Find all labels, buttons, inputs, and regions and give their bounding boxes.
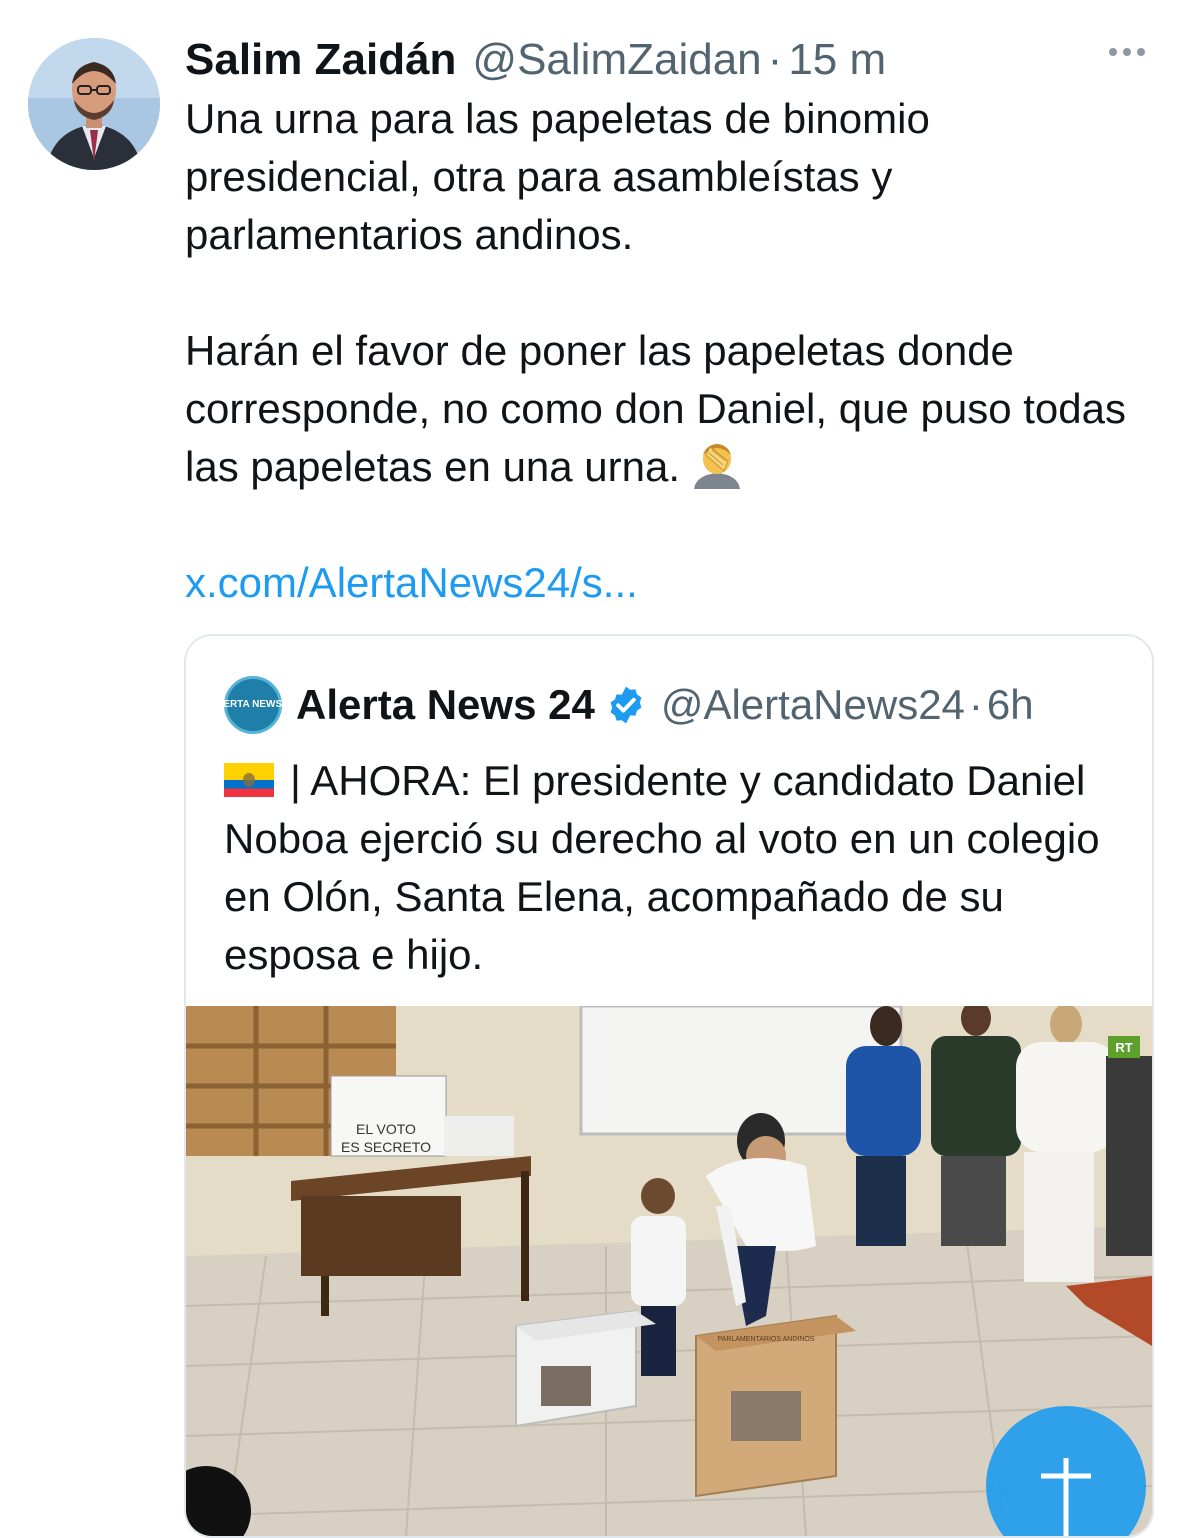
rt-watermark: RT [1115, 1040, 1132, 1055]
quoted-tweet-header: ALERTA NEWS 24 Alerta News 24 @AlertaNew… [210, 674, 1034, 736]
quoted-tweet-timestamp[interactable]: 6h [987, 681, 1034, 729]
booth-sign-line1: EL VOTO [356, 1121, 416, 1137]
tweet-timestamp[interactable]: 15 m [788, 35, 886, 85]
more-options-icon[interactable] [1109, 48, 1145, 56]
facepalm-emoji-icon [694, 444, 741, 489]
quoted-author-name[interactable]: Alerta News 24 [296, 681, 595, 729]
quoted-author-avatar[interactable]: ALERTA NEWS 24 [210, 676, 296, 734]
author-handle[interactable]: @SalimZaidan [472, 35, 761, 85]
more-dot [1137, 48, 1145, 56]
quoted-tweet-body: | AHORA: El presidente y candidato Danie… [224, 757, 1100, 978]
tweet-text: Una urna para las papeletas de binomio p… [185, 90, 1145, 612]
author-name[interactable]: Salim Zaidán [185, 35, 456, 85]
tweet-paragraph-2-text: Harán el favor de poner las papeletas do… [185, 327, 1126, 490]
tweet-link[interactable]: x.com/AlertaNews24/s... [185, 554, 1145, 612]
more-dot [1109, 48, 1117, 56]
quoted-tweet-text: | AHORA: El presidente y candidato Danie… [224, 752, 1124, 984]
separator-dot: · [968, 681, 983, 728]
ballot-box-label: PARLAMENTARIOS ANDINOS [718, 1336, 815, 1343]
verified-badge-icon [610, 686, 642, 724]
separator-dot: · [767, 35, 783, 84]
quoted-tweet[interactable]: ALERTA NEWS 24 Alerta News 24 @AlertaNew… [184, 634, 1154, 1538]
more-dot [1123, 48, 1131, 56]
author-avatar[interactable] [28, 38, 160, 170]
booth-sign-line2: ES SECRETO [341, 1139, 431, 1155]
tweet[interactable]: Salim Zaidán @SalimZaidan · 15 m Una urn… [0, 0, 1179, 1538]
ecuador-flag-icon [224, 763, 274, 797]
tweet-header: Salim Zaidán @SalimZaidan · 15 m [185, 30, 886, 90]
quoted-tweet-image[interactable]: EL VOTO ES SECRETO RT PARLAMENTARIOS AND… [186, 1006, 1152, 1536]
quoted-author-handle[interactable]: @AlertaNews24 [661, 681, 965, 729]
tweet-paragraph-2: Harán el favor de poner las papeletas do… [185, 322, 1145, 496]
tweet-paragraph-1: Una urna para las papeletas de binomio p… [185, 95, 930, 258]
